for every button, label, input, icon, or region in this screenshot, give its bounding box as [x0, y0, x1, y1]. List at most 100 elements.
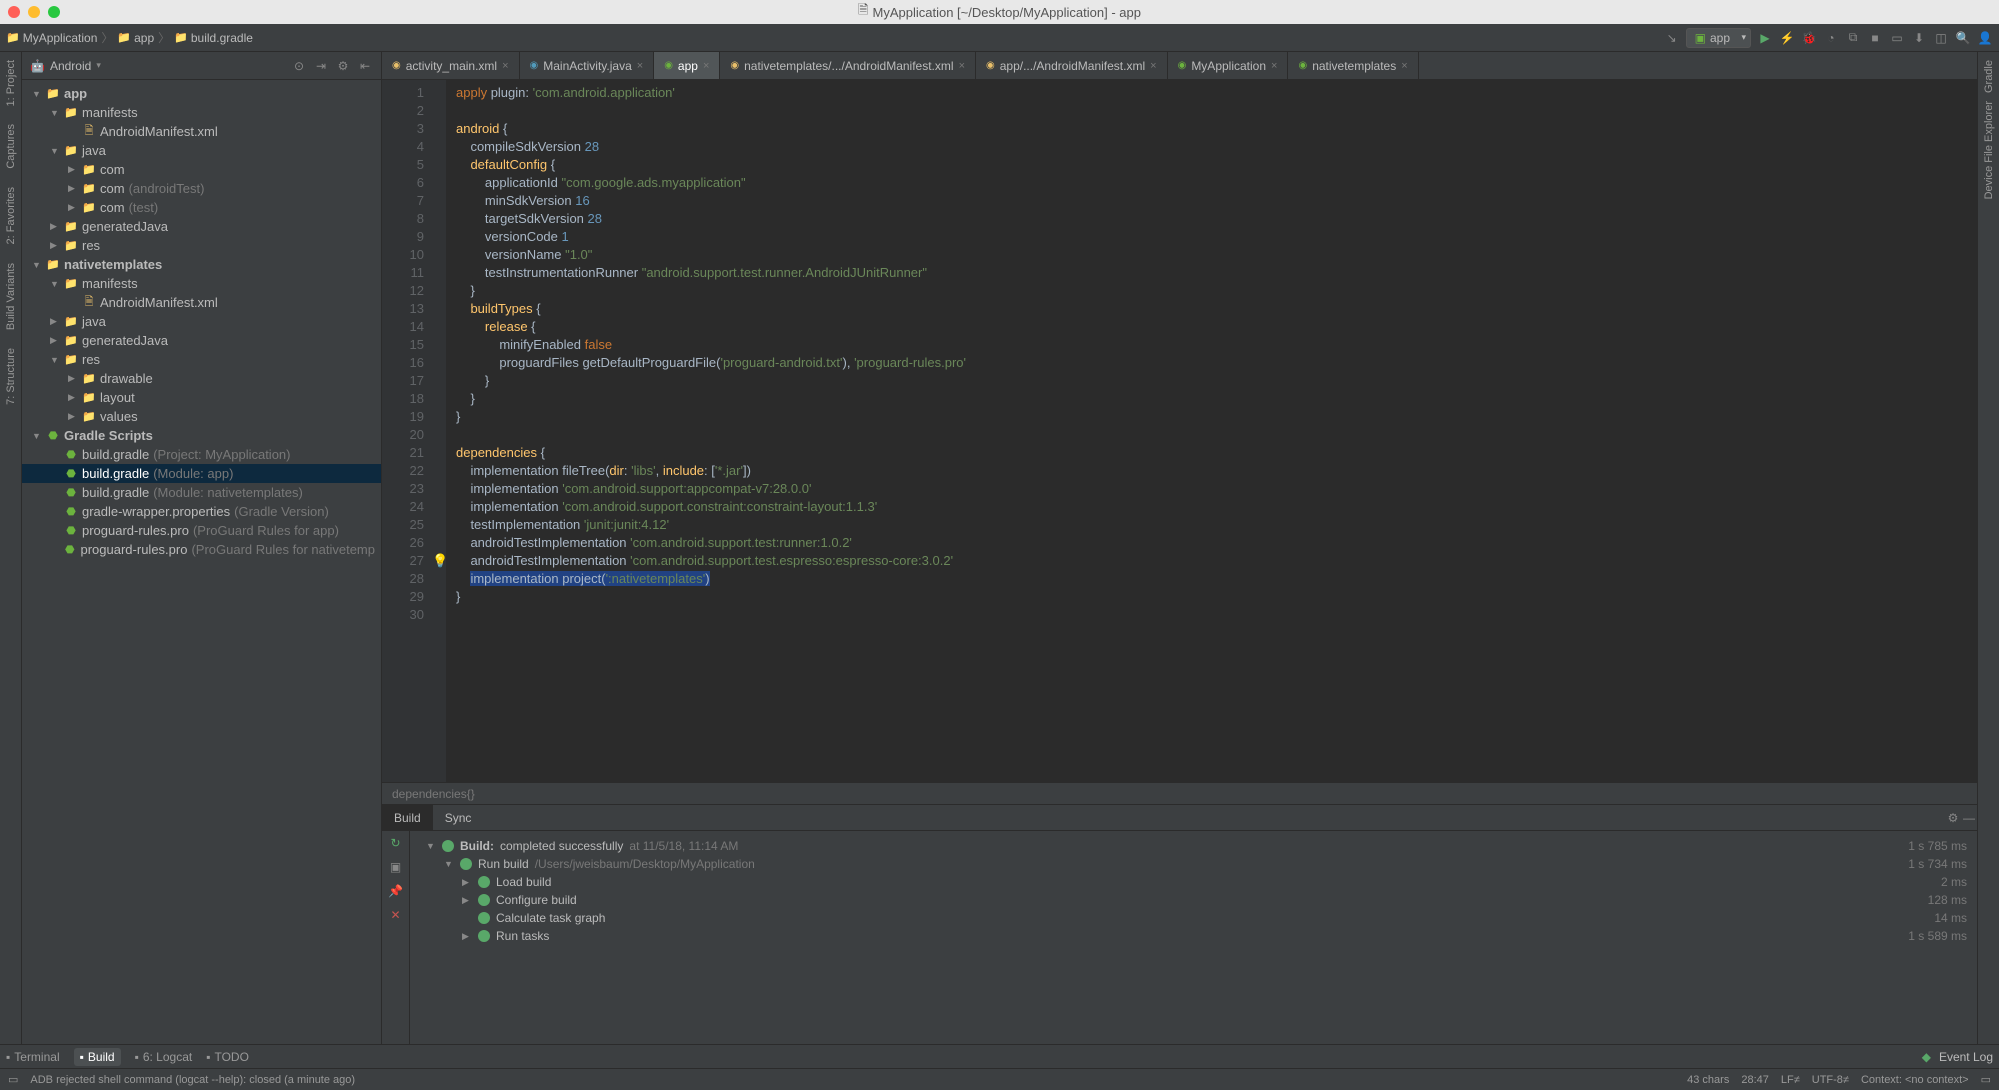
hide-panel-icon[interactable]: ⇤ — [357, 58, 373, 74]
tree-item[interactable]: ▼📁app — [22, 84, 381, 103]
bottom-tab[interactable]: ▪Terminal — [6, 1050, 60, 1064]
tool-window-tab[interactable]: Device File Explorer — [1983, 97, 1995, 203]
gear-icon[interactable]: ⚙ — [1945, 810, 1961, 826]
status-line-separator[interactable]: LF≠ — [1781, 1074, 1800, 1086]
expand-arrow-icon[interactable]: ▶ — [68, 392, 78, 403]
rerun-icon[interactable]: ↻ — [388, 835, 404, 851]
hide-panel-icon[interactable]: — — [1961, 810, 1977, 826]
build-row[interactable]: ▶Configure build128 ms — [420, 891, 1967, 909]
filter-icon[interactable]: ▣ — [388, 859, 404, 875]
expand-arrow-icon[interactable]: ▶ — [50, 335, 60, 346]
bottom-tab[interactable]: ▪TODO — [206, 1050, 249, 1064]
expand-arrow-icon[interactable]: ▶ — [68, 183, 78, 194]
debug-icon[interactable]: 🐞 — [1801, 30, 1817, 46]
status-position[interactable]: 28:47 — [1741, 1074, 1769, 1086]
breadcrumb-item[interactable]: 📁build.gradle — [174, 31, 253, 45]
tree-item[interactable]: ▶📁layout — [22, 388, 381, 407]
close-icon[interactable]: ✕ — [388, 907, 404, 923]
run-config-selector[interactable]: ▣ app — [1686, 28, 1751, 48]
tool-window-tab[interactable]: 2: Favorites — [5, 183, 17, 248]
search-icon[interactable]: 🔍 — [1955, 30, 1971, 46]
breadcrumb-item[interactable]: 📁app — [117, 31, 154, 45]
close-tab-icon[interactable]: × — [1271, 60, 1277, 72]
tree-item[interactable]: ▼📁java — [22, 141, 381, 160]
editor-tab[interactable]: ◉MainActivity.java× — [520, 52, 655, 79]
tree-item[interactable]: ⬣proguard-rules.pro (ProGuard Rules for … — [22, 540, 381, 559]
tool-window-tab[interactable]: 7: Structure — [5, 344, 17, 409]
sdk-manager-icon[interactable]: ⬇ — [1911, 30, 1927, 46]
run-icon[interactable]: ▶ — [1757, 30, 1773, 46]
close-tab-icon[interactable]: × — [502, 60, 508, 72]
bottom-tab[interactable]: ▪Build — [74, 1048, 121, 1066]
expand-arrow-icon[interactable]: ▼ — [50, 279, 60, 289]
build-row[interactable]: ▼Build: completed successfully at 11/5/1… — [420, 837, 1967, 855]
close-tab-icon[interactable]: × — [1401, 60, 1407, 72]
close-tab-icon[interactable]: × — [637, 60, 643, 72]
tree-item[interactable]: ⬣build.gradle (Project: MyApplication) — [22, 445, 381, 464]
stop-icon[interactable]: ■ — [1867, 30, 1883, 46]
tree-item[interactable]: ▼📁nativetemplates — [22, 255, 381, 274]
editor-tab[interactable]: ◉MyApplication× — [1168, 52, 1289, 79]
tool-window-tab[interactable]: 1: Project — [5, 56, 17, 110]
editor-tab[interactable]: ◉app× — [654, 52, 720, 79]
zoom-window-icon[interactable] — [48, 6, 60, 18]
build-row[interactable]: Calculate task graph14 ms — [420, 909, 1967, 927]
status-encoding[interactable]: UTF-8≠ — [1812, 1074, 1849, 1086]
build-row[interactable]: ▶Load build2 ms — [420, 873, 1967, 891]
close-window-icon[interactable] — [8, 6, 20, 18]
gear-icon[interactable]: ⚙ — [335, 58, 351, 74]
scroll-from-source-icon[interactable]: ⊙ — [291, 58, 307, 74]
editor-tab[interactable]: ◉app/.../AndroidManifest.xml× — [976, 52, 1168, 79]
expand-arrow-icon[interactable]: ▶ — [68, 411, 78, 422]
project-view-selector[interactable]: Android — [50, 59, 91, 73]
tree-item[interactable]: ▼📁res — [22, 350, 381, 369]
close-tab-icon[interactable]: × — [959, 60, 965, 72]
status-context[interactable]: Context: <no context> — [1861, 1074, 1969, 1086]
layout-inspector-icon[interactable]: ◫ — [1933, 30, 1949, 46]
tree-item[interactable]: ▶📁com (androidTest) — [22, 179, 381, 198]
expand-arrow-icon[interactable]: ▼ — [32, 89, 42, 99]
fold-gutter[interactable]: 💡 — [432, 80, 446, 782]
close-tab-icon[interactable]: × — [1150, 60, 1156, 72]
tool-window-tab[interactable]: Gradle — [1983, 56, 1995, 97]
expand-arrow-icon[interactable]: ▶ — [68, 202, 78, 213]
expand-arrow-icon[interactable]: ▶ — [68, 164, 78, 175]
expand-arrow-icon[interactable]: ▼ — [32, 260, 42, 270]
sync-icon[interactable]: ↘ — [1664, 30, 1680, 46]
tree-item[interactable]: ▶📁java — [22, 312, 381, 331]
tree-item[interactable]: 🗎AndroidManifest.xml — [22, 122, 381, 141]
tool-window-tab[interactable]: Build Variants — [5, 259, 17, 334]
expand-arrow-icon[interactable]: ▶ — [68, 373, 78, 384]
expand-arrow-icon[interactable]: ▼ — [50, 355, 60, 365]
user-icon[interactable]: 👤 — [1977, 30, 1993, 46]
expand-arrow-icon[interactable]: ▶ — [50, 221, 60, 232]
build-row[interactable]: ▶Run tasks1 s 589 ms — [420, 927, 1967, 945]
tree-item[interactable]: ▼📁manifests — [22, 274, 381, 293]
build-tab[interactable]: Sync — [433, 805, 484, 830]
tree-item[interactable]: ▶📁generatedJava — [22, 331, 381, 350]
editor-breadcrumb[interactable]: dependencies{} — [382, 782, 1977, 804]
tree-item[interactable]: ⬣build.gradle (Module: app) — [22, 464, 381, 483]
tree-item[interactable]: ⬣build.gradle (Module: nativetemplates) — [22, 483, 381, 502]
tree-item[interactable]: 🗎AndroidManifest.xml — [22, 293, 381, 312]
minimize-window-icon[interactable] — [28, 6, 40, 18]
build-tab[interactable]: Build — [382, 805, 433, 830]
editor-tab[interactable]: ◉activity_main.xml× — [382, 52, 520, 79]
tree-item[interactable]: ▶📁com — [22, 160, 381, 179]
build-row[interactable]: ▼Run build /Users/jweisbaum/Desktop/MyAp… — [420, 855, 1967, 873]
collapse-all-icon[interactable]: ⇥ — [313, 58, 329, 74]
tree-item[interactable]: ▼⬣Gradle Scripts — [22, 426, 381, 445]
event-log-button[interactable]: Event Log — [1939, 1050, 1993, 1064]
tree-item[interactable]: ⬣gradle-wrapper.properties (Gradle Versi… — [22, 502, 381, 521]
avd-manager-icon[interactable]: ▭ — [1889, 30, 1905, 46]
tree-item[interactable]: ▶📁drawable — [22, 369, 381, 388]
expand-arrow-icon[interactable]: ▼ — [32, 431, 42, 441]
close-tab-icon[interactable]: × — [703, 60, 709, 72]
profile-icon[interactable]: ◔ — [1823, 30, 1839, 46]
expand-arrow-icon[interactable]: ▶ — [50, 316, 60, 327]
bottom-tab[interactable]: ▪6: Logcat — [135, 1050, 193, 1064]
expand-arrow-icon[interactable]: ▼ — [50, 108, 60, 118]
breadcrumb-item[interactable]: 📁MyApplication — [6, 31, 97, 45]
editor-tab[interactable]: ◉nativetemplates× — [1288, 52, 1418, 79]
expand-arrow-icon[interactable]: ▼ — [50, 146, 60, 156]
